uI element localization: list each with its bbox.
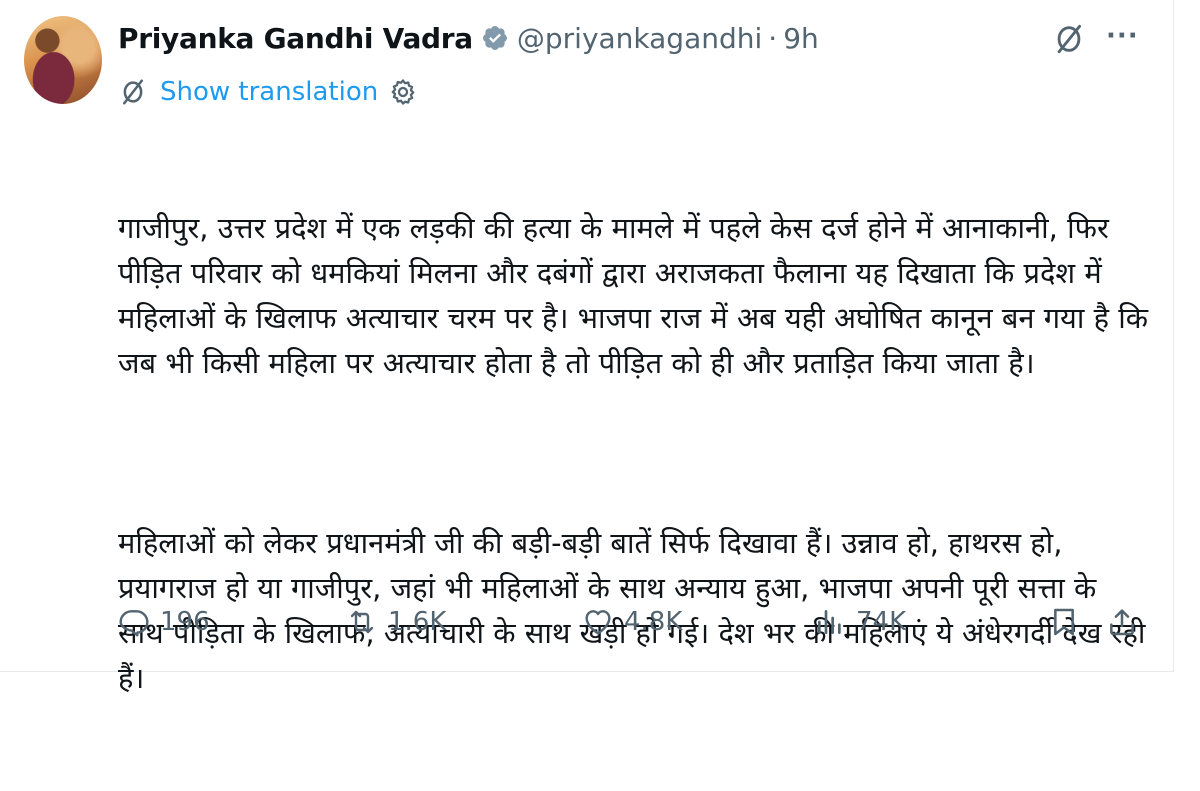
tweet-paragraph-1: गाजीपुर, उत्तर प्रदेश में एक लड़की की हत… (118, 211, 1158, 380)
action-bar: 196 1.6K 4.8K 74K (118, 598, 1148, 646)
views-button[interactable]: 74K (814, 598, 906, 646)
share-icon (1110, 609, 1134, 636)
avatar[interactable] (24, 16, 102, 104)
show-translation-link[interactable]: Show translation (160, 77, 378, 107)
author-handle[interactable]: @priyankagandhi (517, 22, 762, 55)
bookmark-icon (1054, 608, 1074, 636)
heart-icon (585, 610, 611, 635)
repost-count: 1.6K (388, 607, 447, 637)
tweet-header: Priyanka Gandhi Vadra @priyankagandhi · … (118, 18, 819, 58)
reply-button[interactable]: 196 (118, 598, 210, 646)
share-button[interactable] (1106, 598, 1138, 646)
author-name[interactable]: Priyanka Gandhi Vadra (118, 22, 473, 55)
tweet-time[interactable]: 9h (783, 22, 819, 55)
repost-button[interactable]: 1.6K (346, 598, 446, 646)
repost-icon (350, 610, 374, 634)
reply-count: 196 (160, 607, 210, 637)
views-count: 74K (856, 607, 907, 637)
verified-badge-icon (482, 26, 507, 50)
gear-icon[interactable] (388, 77, 418, 107)
translate-icon (123, 79, 143, 105)
like-count: 4.8K (624, 607, 683, 637)
grok-icon[interactable] (1052, 22, 1086, 56)
views-icon (818, 610, 841, 634)
tweet-text: गाजीपुर, उत्तर प्रदेश में एक लड़की की हत… (118, 116, 1148, 791)
separator-dot: · (768, 21, 778, 55)
bookmark-button[interactable] (1048, 598, 1080, 646)
tweet-card: Priyanka Gandhi Vadra @priyankagandhi · … (0, 0, 1174, 695)
more-icon[interactable]: ··· (1106, 23, 1142, 54)
reply-icon (119, 610, 149, 637)
translation-row: Show translation (118, 74, 418, 110)
like-button[interactable]: 4.8K (582, 598, 682, 646)
